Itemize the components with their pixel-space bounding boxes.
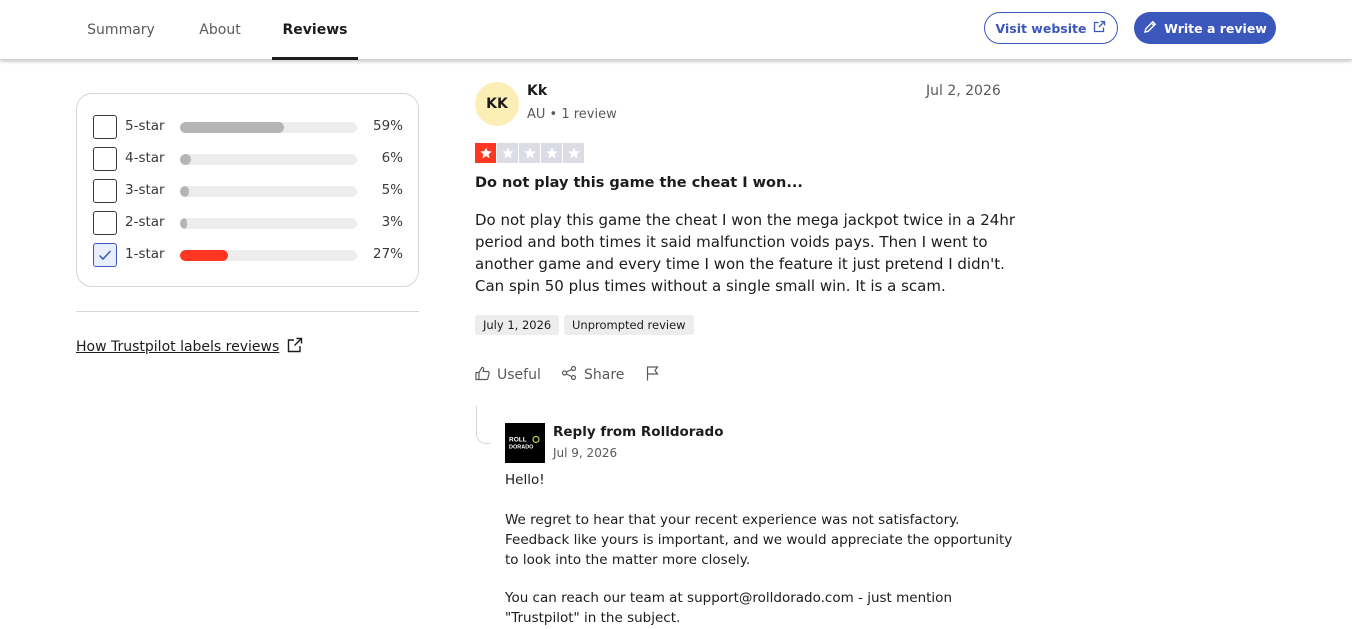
distribution-bar	[180, 250, 357, 261]
filter-checkbox-4-star[interactable]	[93, 147, 117, 171]
pencil-icon	[1143, 20, 1157, 37]
unprompted-review-chip[interactable]: Unprompted review	[564, 315, 694, 335]
filter-row-1-star[interactable]: 1-star 27%	[93, 243, 403, 267]
distribution-fill	[180, 186, 189, 197]
share-button[interactable]: Share	[561, 365, 625, 385]
filter-checkbox-3-star[interactable]	[93, 179, 117, 203]
distribution-bar	[180, 218, 357, 229]
distribution-bar	[180, 154, 357, 165]
distribution-fill	[180, 250, 228, 261]
star-icon	[541, 143, 562, 163]
filter-label: 3-star	[125, 182, 165, 198]
top-nav-bar: Summary About Reviews Visit website Writ…	[0, 0, 1352, 60]
reply-paragraph: You can reach our team at support@rolldo…	[505, 590, 952, 626]
filter-percent: 6%	[381, 150, 403, 166]
filter-percent: 3%	[381, 214, 403, 230]
filter-row-2-star[interactable]: 2-star 3%	[93, 211, 403, 235]
labels-link-text: How Trustpilot labels reviews	[76, 339, 280, 355]
distribution-fill	[180, 122, 285, 133]
visit-website-button[interactable]: Visit website	[984, 12, 1118, 44]
filter-checkbox-1-star[interactable]	[93, 243, 117, 267]
filter-row-3-star[interactable]: 3-star 5%	[93, 179, 403, 203]
experience-date-chip: July 1, 2026	[475, 315, 560, 335]
useful-label: Useful	[497, 367, 541, 383]
distribution-bar	[180, 186, 357, 197]
star-icon	[563, 143, 584, 163]
reply-date: Jul 9, 2026	[553, 446, 618, 460]
distribution-bar	[180, 122, 357, 133]
write-review-label: Write a review	[1164, 20, 1267, 36]
review-title[interactable]: Do not play this game the cheat I won...	[475, 175, 803, 191]
filter-checkbox-2-star[interactable]	[93, 211, 117, 235]
distribution-fill	[180, 218, 188, 229]
how-labels-reviews-link[interactable]: How Trustpilot labels reviews	[76, 337, 303, 357]
filter-percent: 27%	[372, 246, 403, 262]
tab-about[interactable]: About	[184, 0, 256, 60]
tab-reviews-label: Reviews	[282, 22, 348, 38]
logo-text-bottom: DORADO	[509, 445, 534, 451]
star-icon	[519, 143, 540, 163]
report-flag-button[interactable]	[646, 366, 660, 384]
review-body: Do not play this game the cheat I won th…	[475, 211, 1016, 295]
reply-from: Reply from Rolldorado	[553, 424, 724, 440]
reply-greeting: Hello!	[505, 472, 545, 488]
share-icon	[561, 365, 577, 385]
filter-row-4-star[interactable]: 4-star 6%	[93, 147, 403, 171]
reviewer-name[interactable]: Kk	[527, 83, 547, 99]
filter-label: 4-star	[125, 150, 165, 166]
star-icon	[497, 143, 518, 163]
filter-label: 2-star	[125, 214, 165, 230]
active-tab-indicator	[272, 57, 358, 60]
flag-icon	[646, 365, 660, 385]
tab-summary-label: Summary	[87, 22, 155, 38]
filter-checkbox-5-star[interactable]	[93, 115, 117, 139]
company-logo[interactable]: ROLL DORADO	[505, 423, 545, 463]
filter-percent: 59%	[372, 118, 403, 134]
reply-paragraph: We regret to hear that your recent exper…	[505, 512, 1013, 568]
thumbs-up-icon	[475, 366, 490, 385]
write-review-button[interactable]: Write a review	[1134, 12, 1276, 44]
external-link-icon	[287, 337, 303, 357]
review-date: Jul 2, 2026	[926, 83, 1001, 99]
reviewer-meta: AU • 1 review	[527, 107, 617, 122]
avatar-initials: KK	[486, 96, 508, 112]
sidebar-divider	[76, 311, 419, 312]
filter-row-5-star[interactable]: 5-star 59%	[93, 115, 403, 139]
useful-button[interactable]: Useful	[475, 366, 541, 384]
logo-text-top: ROLL	[509, 437, 527, 444]
visit-website-label: Visit website	[995, 20, 1087, 36]
tab-reviews[interactable]: Reviews	[272, 0, 358, 60]
filter-label: 5-star	[125, 118, 165, 134]
star-rating	[475, 143, 584, 163]
avatar[interactable]: KK	[475, 82, 519, 126]
star-filter-card: 5-star 59% 4-star 6% 3-star 5% 2-star 3%…	[76, 93, 419, 287]
distribution-fill	[180, 154, 191, 165]
filter-percent: 5%	[381, 182, 403, 198]
share-label: Share	[584, 367, 625, 383]
tab-about-label: About	[199, 22, 241, 38]
filter-label: 1-star	[125, 246, 165, 262]
tab-summary[interactable]: Summary	[76, 0, 166, 60]
star-icon	[475, 143, 496, 163]
reply-connector	[476, 406, 490, 444]
external-link-icon	[1093, 20, 1106, 36]
